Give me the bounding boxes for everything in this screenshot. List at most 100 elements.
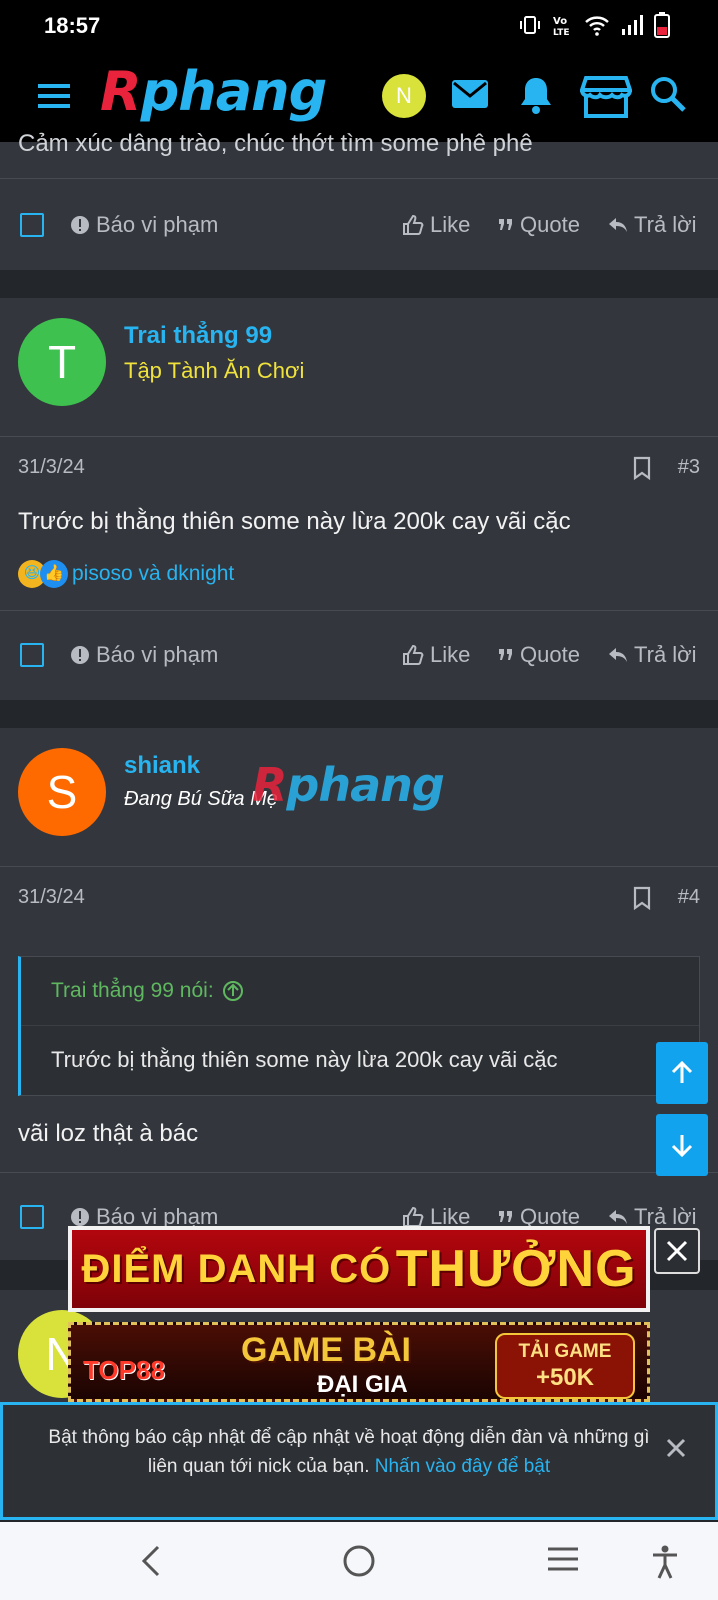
report-label: Báo vi phạm (96, 642, 219, 667)
reactions-summary[interactable]: 😆 👍 pisoso và dknight (18, 560, 234, 588)
status-bar: 18:57 Vo LTE (0, 0, 718, 52)
volte-icon: VoLTE (553, 16, 570, 37)
quote-separator (21, 1025, 699, 1026)
accessibility-icon[interactable] (650, 1544, 680, 1585)
bookmark-icon[interactable] (632, 886, 652, 915)
quote-icon (499, 1211, 512, 1222)
post-date[interactable]: 31/3/24 (18, 456, 85, 479)
site-logo[interactable]: Rphang (100, 60, 328, 123)
enable-notifications-link[interactable]: Nhấn vào đây để bật (375, 1456, 550, 1477)
alert-icon (71, 216, 89, 234)
reply-label: Trả lời (634, 642, 697, 667)
svg-text:LTE: LTE (553, 28, 570, 37)
search-icon[interactable] (648, 74, 688, 119)
signal-icon (622, 15, 643, 35)
report-label: Báo vi phạm (96, 212, 219, 237)
quote-header[interactable]: Trai thẳng 99 nói: (51, 979, 244, 1003)
arrow-down-icon (671, 1135, 693, 1158)
post-author: T Trai thẳng 99 Tập Tành Ăn Chơi (0, 298, 718, 434)
select-checkbox[interactable] (20, 213, 44, 237)
post-actions: Báo vi phạm Like Quote Trả lời (0, 182, 718, 268)
reply-icon (609, 1210, 627, 1224)
report-button[interactable]: Báo vi phạm (70, 212, 218, 238)
ad-cta[interactable]: TẢI GAME +50K (495, 1333, 635, 1399)
status-icons: Vo LTE (518, 12, 670, 38)
post-actions: Báo vi phạm Like Quote Trả lời (0, 612, 718, 698)
menu-icon[interactable] (36, 82, 72, 115)
reply-label: Trả lời (634, 212, 697, 237)
reply-icon (609, 218, 627, 232)
home-icon[interactable] (342, 1544, 376, 1583)
watermark-text: phang (286, 758, 444, 812)
reply-button[interactable]: Trả lời (608, 212, 697, 238)
ad-title: GAME BÀI (241, 1331, 411, 1369)
logo-text: phang (140, 60, 328, 123)
post-meta: 31/3/24 #4 (0, 866, 718, 930)
notification-text-wrap: Bật thông báo cập nhật để cập nhật về ho… (39, 1423, 659, 1481)
quote-label: Quote (520, 212, 580, 237)
ad-text-big: THƯỞNG (395, 1240, 637, 1298)
divider (0, 1172, 718, 1173)
author-name[interactable]: shiank (124, 752, 200, 780)
quote-label: Quote (520, 642, 580, 667)
scroll-up-button[interactable] (656, 1042, 708, 1104)
post-date[interactable]: 31/3/24 (18, 886, 85, 909)
ad-brand: TOP88 (83, 1355, 165, 1385)
ad-close-button[interactable] (654, 1228, 700, 1274)
report-button[interactable]: Báo vi phạm (70, 642, 218, 668)
quote-block: Trai thẳng 99 nói: Trước bị thằng thiên … (18, 956, 700, 1096)
post-body: vãi loz thật à bác (18, 1120, 199, 1147)
arrow-up-circle-icon (222, 981, 243, 1001)
system-nav-bar (0, 1522, 718, 1600)
notification-prompt: Bật thông báo cập nhật để cập nhật về ho… (0, 1402, 718, 1520)
post-body: Trước bị thằng thiên some này lừa 200k c… (18, 508, 571, 535)
post-meta: 31/3/24 #3 (0, 436, 718, 500)
battery-icon (654, 12, 670, 38)
quote-icon (499, 649, 512, 660)
bookmark-icon[interactable] (632, 456, 652, 485)
like-label: Like (430, 642, 471, 667)
watermark-logo: Rphang (252, 758, 445, 812)
close-icon (666, 1240, 688, 1262)
scroll-down-button[interactable] (656, 1114, 708, 1176)
select-checkbox[interactable] (20, 1205, 44, 1229)
quote-text: Trước bị thằng thiên some này lừa 200k c… (51, 1047, 558, 1072)
author-avatar[interactable]: T (18, 318, 106, 406)
notification-text: Bật thông báo cập nhật để cập nhật về ho… (48, 1427, 650, 1477)
reply-button[interactable]: Trả lời (608, 642, 697, 668)
thumbs-up-icon (403, 214, 424, 235)
author-avatar[interactable]: S (18, 748, 106, 836)
alert-icon (71, 646, 89, 664)
author-title: Tập Tành Ăn Chơi (124, 358, 305, 383)
like-label: Like (430, 212, 471, 237)
quote-button[interactable]: Quote (498, 212, 580, 238)
recents-icon[interactable] (546, 1544, 580, 1579)
mail-icon[interactable] (450, 74, 490, 119)
post-number[interactable]: #3 (678, 456, 700, 479)
ad-cta-line1: TẢI GAME (518, 1341, 612, 1362)
status-time: 18:57 (44, 13, 101, 38)
divider (0, 178, 718, 179)
ad-banner-checkin[interactable]: ĐIỂM DANH CÓ THƯỞNG (68, 1226, 650, 1312)
bell-icon[interactable] (516, 74, 556, 121)
close-icon[interactable] (665, 1437, 687, 1464)
ad-banner-game[interactable]: TOP88 GAME BÀI ĐẠI GIA TẢI GAME +50K (68, 1322, 650, 1402)
post-number[interactable]: #4 (678, 886, 700, 909)
like-button[interactable]: Like (402, 212, 470, 238)
quote-author: Trai thẳng 99 nói: (51, 979, 214, 1002)
alert-icon (71, 1208, 89, 1226)
like-button[interactable]: Like (402, 642, 470, 668)
store-icon[interactable] (579, 74, 633, 125)
ad-subtitle: ĐẠI GIA (317, 1371, 408, 1398)
watermark-r: R (252, 758, 287, 812)
select-checkbox[interactable] (20, 643, 44, 667)
like-reaction-icon: 👍 (40, 560, 68, 588)
user-avatar[interactable]: N (382, 74, 426, 118)
author-name[interactable]: Trai thẳng 99 (124, 322, 272, 350)
ad-text: ĐIỂM DANH CÓ (81, 1246, 392, 1291)
reaction-users[interactable]: pisoso và dknight (72, 562, 234, 586)
wifi-icon (585, 16, 609, 36)
back-icon[interactable] (138, 1544, 166, 1583)
quote-button[interactable]: Quote (498, 642, 580, 668)
thumbs-up-icon (403, 1206, 424, 1227)
